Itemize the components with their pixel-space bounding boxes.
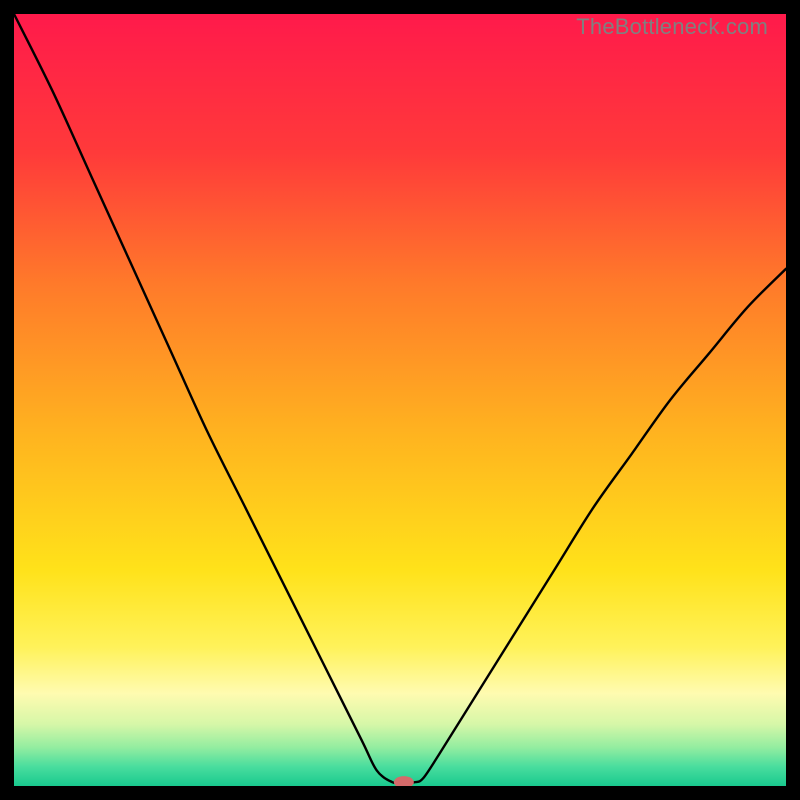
watermark-text: TheBottleneck.com <box>576 14 768 40</box>
chart-frame: TheBottleneck.com <box>14 14 786 786</box>
bottleneck-chart <box>14 14 786 786</box>
